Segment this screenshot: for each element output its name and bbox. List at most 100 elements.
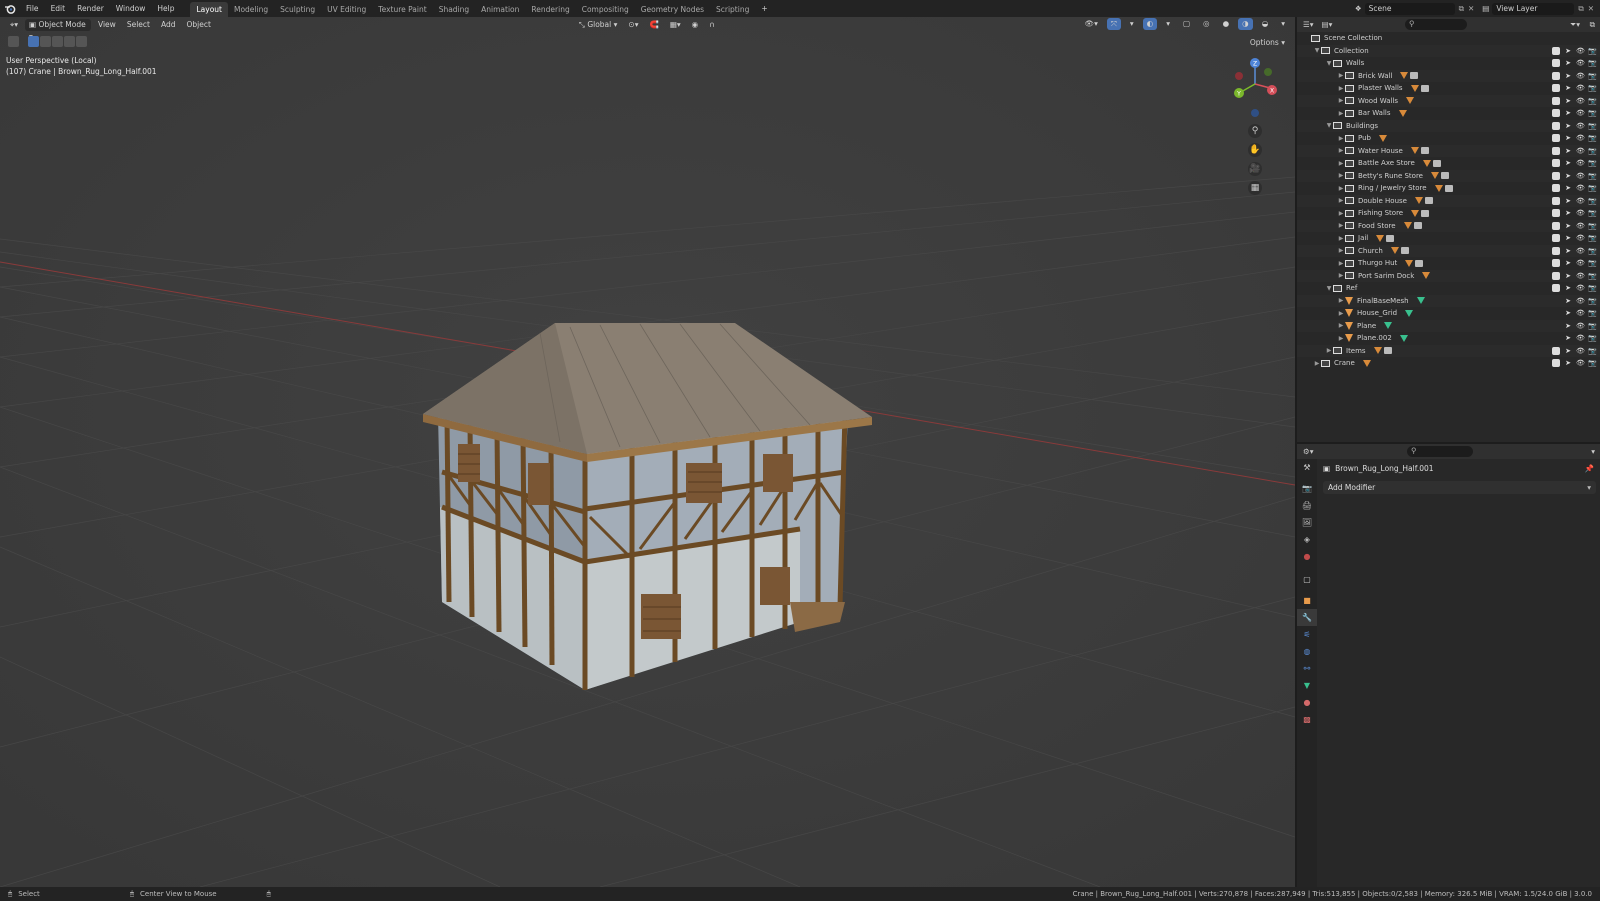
eye-icon[interactable]: 👁 xyxy=(1576,47,1585,55)
scene-new-icon[interactable]: ⧉ xyxy=(1459,4,1464,14)
shading-solid-icon[interactable]: ● xyxy=(1219,18,1234,30)
texture-tab-icon[interactable]: ▩ xyxy=(1297,711,1317,728)
pin-icon[interactable]: 📌 xyxy=(1585,464,1594,473)
shading-wireframe-icon[interactable]: ◎ xyxy=(1199,18,1214,30)
select-arrow-icon[interactable]: ➤ xyxy=(1564,297,1572,305)
child-collections-icon[interactable] xyxy=(1386,234,1395,242)
eye-icon[interactable]: 👁 xyxy=(1576,209,1585,217)
eye-icon[interactable]: 👁 xyxy=(1576,134,1585,142)
exclude-checkbox[interactable] xyxy=(1552,359,1560,368)
xray-icon[interactable]: ▢ xyxy=(1179,18,1194,30)
object-data-tab-icon[interactable]: ▼ xyxy=(1297,677,1317,694)
select-arrow-icon[interactable]: ➤ xyxy=(1564,197,1572,205)
camera-icon[interactable]: 📷 xyxy=(1588,347,1597,355)
select-arrow-icon[interactable]: ➤ xyxy=(1564,309,1572,317)
expand-down-icon[interactable]: ▼ xyxy=(1325,60,1333,67)
expand-right-icon[interactable]: ▶ xyxy=(1337,72,1345,79)
expand-right-icon[interactable]: ▶ xyxy=(1337,235,1345,242)
outliner-row-double-house[interactable]: ▶ Double House ➤ 👁 📷 xyxy=(1297,194,1600,207)
eye-icon[interactable]: 👁 xyxy=(1576,197,1585,205)
exclude-checkbox[interactable] xyxy=(1552,121,1560,130)
child-collections-icon[interactable] xyxy=(1420,84,1429,92)
view-layer-new-icon[interactable]: ⧉ xyxy=(1578,4,1583,14)
camera-icon[interactable]: 📷 xyxy=(1588,147,1597,155)
gizmo-neg-z-icon[interactable] xyxy=(1251,109,1259,117)
outliner-search-input[interactable]: ⚲ xyxy=(1405,19,1467,30)
expand-down-icon[interactable]: ▼ xyxy=(1325,285,1333,292)
filter-icon[interactable]: ⏷▾ xyxy=(1570,20,1580,30)
editor-type-icon[interactable]: ⌖▾ xyxy=(6,19,22,31)
eye-icon[interactable]: 👁 xyxy=(1576,347,1585,355)
eye-icon[interactable]: 👁 xyxy=(1576,247,1585,255)
outliner-row-collection[interactable]: ▼ Collection ➤ 👁 📷 xyxy=(1297,44,1600,57)
expand-right-icon[interactable]: ▶ xyxy=(1337,110,1345,117)
viewport-menu-add[interactable]: Add xyxy=(157,19,180,31)
eye-icon[interactable]: 👁 xyxy=(1576,359,1585,367)
navigation-gizmo[interactable]: Z X Y ⚲ ✋ 🎥 ▦ xyxy=(1225,52,1285,195)
expand-right-icon[interactable]: ▶ xyxy=(1337,135,1345,142)
camera-view-icon[interactable]: 🎥 xyxy=(1248,162,1262,176)
expand-right-icon[interactable]: ▶ xyxy=(1337,297,1345,304)
select-arrow-icon[interactable]: ➤ xyxy=(1564,59,1572,67)
child-objects-icon[interactable] xyxy=(1376,234,1385,242)
outliner-row-bar-walls[interactable]: ▶ Bar Walls ➤ 👁 📷 xyxy=(1297,107,1600,120)
camera-icon[interactable]: 📷 xyxy=(1588,97,1597,105)
outliner-row-betty-s-rune-store[interactable]: ▶ Betty's Rune Store ➤ 👁 📷 xyxy=(1297,169,1600,182)
exclude-checkbox[interactable] xyxy=(1552,46,1560,55)
expand-right-icon[interactable]: ▶ xyxy=(1337,85,1345,92)
camera-icon[interactable]: 📷 xyxy=(1588,334,1597,342)
camera-icon[interactable]: 📷 xyxy=(1588,247,1597,255)
expand-down-icon[interactable]: ▼ xyxy=(1313,47,1321,54)
expand-right-icon[interactable]: ▶ xyxy=(1337,272,1345,279)
scene-tab-icon[interactable]: ◈ xyxy=(1297,531,1317,548)
menu-render[interactable]: Render xyxy=(71,0,110,17)
tab-layout[interactable]: Layout xyxy=(190,1,228,17)
mesh-data-icon[interactable] xyxy=(1405,309,1414,317)
outliner-row-church[interactable]: ▶ Church ➤ 👁 📷 xyxy=(1297,244,1600,257)
select-arrow-icon[interactable]: ➤ xyxy=(1564,84,1572,92)
expand-right-icon[interactable]: ▶ xyxy=(1337,147,1345,154)
select-arrow-icon[interactable]: ➤ xyxy=(1564,234,1572,242)
new-collection-icon[interactable]: ⧉ xyxy=(1590,20,1595,30)
tab-shading[interactable]: Shading xyxy=(433,2,475,17)
select-extend-icon[interactable] xyxy=(40,36,51,47)
orientation-selector[interactable]: ⤡ Global ▾ xyxy=(575,19,621,31)
expand-right-icon[interactable]: ▶ xyxy=(1313,360,1321,367)
expand-right-icon[interactable]: ▶ xyxy=(1337,210,1345,217)
child-objects-icon[interactable] xyxy=(1422,159,1431,167)
render-tab-icon[interactable]: 📷 xyxy=(1297,480,1317,497)
exclude-checkbox[interactable] xyxy=(1552,184,1560,193)
view-layer-tab-icon[interactable]: 🖼 xyxy=(1297,514,1317,531)
modifier-tab-icon[interactable]: 🔧 xyxy=(1297,609,1317,626)
child-objects-icon[interactable] xyxy=(1431,172,1439,180)
select-arrow-icon[interactable]: ➤ xyxy=(1564,247,1572,255)
child-objects-icon[interactable] xyxy=(1400,72,1409,80)
add-workspace-button[interactable]: + xyxy=(755,0,773,17)
exclude-checkbox[interactable] xyxy=(1552,109,1560,118)
select-arrow-icon[interactable]: ➤ xyxy=(1564,347,1572,355)
outliner-row-food-store[interactable]: ▶ Food Store ➤ 👁 📷 xyxy=(1297,219,1600,232)
outliner-row-house-grid[interactable]: ▶ House_Grid ➤ 👁 📷 xyxy=(1297,307,1600,320)
select-arrow-icon[interactable]: ➤ xyxy=(1564,272,1572,280)
physics-tab-icon[interactable]: ◍ xyxy=(1297,643,1317,660)
exclude-checkbox[interactable] xyxy=(1552,271,1560,280)
expand-right-icon[interactable]: ▶ xyxy=(1337,97,1345,104)
gizmo-toggle-icon[interactable]: ⤧ xyxy=(1106,18,1121,30)
outliner-row-buildings[interactable]: ▼ Buildings ➤ 👁 📷 xyxy=(1297,119,1600,132)
tab-rendering[interactable]: Rendering xyxy=(525,2,575,17)
snap-icon[interactable]: 🧲 xyxy=(645,19,662,31)
select-arrow-icon[interactable]: ➤ xyxy=(1564,172,1572,180)
child-collections-icon[interactable] xyxy=(1410,72,1419,80)
outliner-row-wood-walls[interactable]: ▶ Wood Walls ➤ 👁 📷 xyxy=(1297,94,1600,107)
child-objects-icon[interactable] xyxy=(1414,197,1423,205)
eye-icon[interactable]: 👁 xyxy=(1576,334,1585,342)
select-arrow-icon[interactable]: ➤ xyxy=(1564,72,1572,80)
exclude-checkbox[interactable] xyxy=(1552,221,1560,230)
eye-icon[interactable]: 👁 xyxy=(1576,222,1585,230)
child-objects-icon[interactable] xyxy=(1434,184,1443,192)
outliner-row-battle-axe-store[interactable]: ▶ Battle Axe Store ➤ 👁 📷 xyxy=(1297,157,1600,170)
expand-right-icon[interactable]: ▶ xyxy=(1337,247,1345,254)
expand-down-icon[interactable]: ▼ xyxy=(1325,122,1333,129)
exclude-checkbox[interactable] xyxy=(1552,284,1560,293)
proportional-edit-icon[interactable]: ◉ xyxy=(688,19,703,31)
